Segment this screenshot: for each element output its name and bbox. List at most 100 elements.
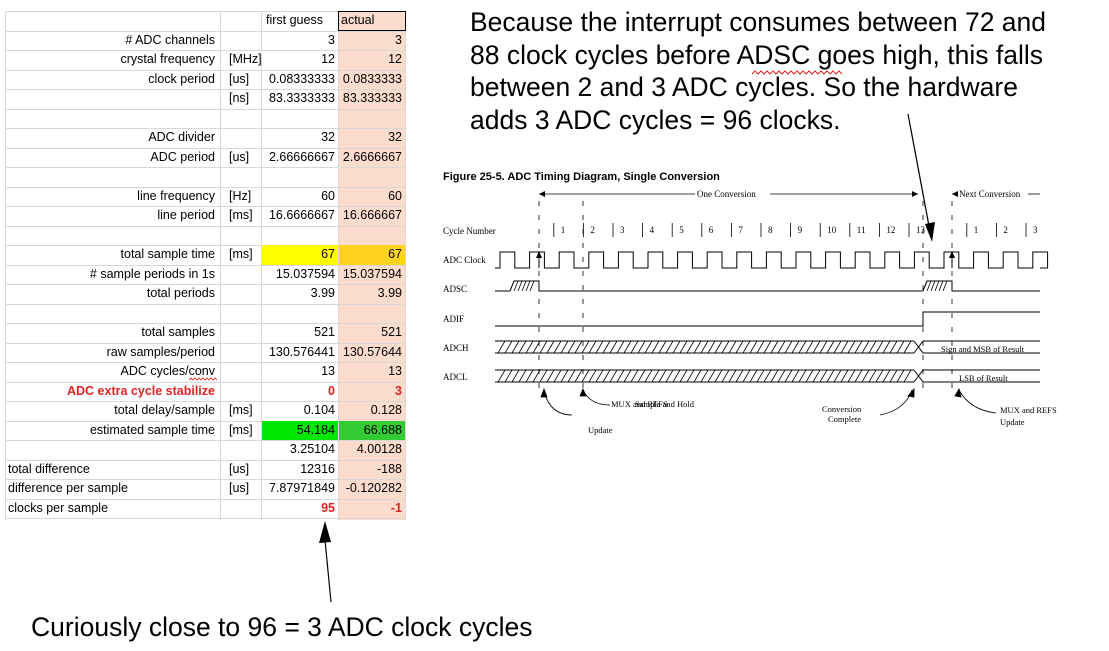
ann-conversion: Conversion: [822, 404, 862, 414]
row-label: # ADC channels: [125, 32, 215, 47]
row-actual: [339, 226, 402, 246]
row-unit: [229, 109, 261, 129]
row-label: line frequency: [137, 188, 215, 203]
grid-hline: [5, 518, 405, 519]
row-actual: -0.120282: [345, 481, 402, 495]
row-first-guess: [263, 304, 335, 324]
cycle-number: 11: [857, 225, 866, 235]
row-actual: -188: [376, 461, 402, 476]
row-label: total difference: [8, 461, 90, 476]
row-first-guess: 15.037594: [275, 266, 335, 281]
row-unit: [229, 284, 261, 304]
cycle-number: 4: [650, 225, 655, 235]
row-actual: [339, 304, 402, 324]
row-first-guess: [263, 109, 335, 129]
spreadsheet: first guess actual # ADC channels 3 3 cryst…: [5, 11, 406, 520]
row-actual: 83.333333: [342, 91, 402, 105]
row-first-guess: [263, 226, 335, 246]
row-label: total periods: [146, 286, 215, 300]
signal-cycle-number: Cycle Number: [443, 226, 496, 236]
row-label: total sample time: [120, 247, 215, 261]
row-first-guess: 54.184: [296, 422, 335, 437]
row-actual: 2.6666667: [342, 149, 402, 164]
row-label: [5, 226, 215, 246]
row-label: estimated sample time: [89, 422, 215, 437]
ann-complete: Complete: [828, 414, 861, 424]
row-first-guess: 2.66666667: [268, 149, 335, 164]
row-first-guess: 3: [328, 32, 335, 47]
row-actual: 16.666667: [342, 208, 402, 222]
row-actual: 0.128: [370, 403, 402, 417]
ann-update1: Update: [588, 425, 613, 435]
row-label: ADC cycles/conv: [120, 364, 215, 378]
row-label: clocks per sample: [8, 500, 109, 515]
row-actual: 13: [388, 364, 402, 378]
bottom-arrow-line: [324, 539, 332, 603]
grid-vline: [405, 11, 406, 520]
cycle-number: 3: [620, 225, 625, 235]
cycle-number: 8: [768, 225, 773, 235]
row-unit: [229, 265, 261, 285]
ann-update2: Update: [1000, 417, 1025, 427]
row-actual: 60: [388, 188, 402, 203]
adc-clock-wave: [495, 251, 1049, 269]
row-unit: [229, 167, 261, 187]
row-unit: [ms]: [229, 422, 253, 437]
cycle-number: 9: [798, 225, 803, 235]
timing-diagram: Figure 25-5. ADC Timing Diagram, Single …: [443, 171, 1057, 435]
signal-adsc: ADSC: [443, 284, 467, 294]
row-unit: [us]: [229, 461, 250, 476]
bottom-arrow-head: [319, 521, 331, 543]
spellcheck-squiggle: [752, 70, 843, 75]
signal-adch: ADCH: [443, 343, 469, 353]
row-unit: [229, 499, 261, 519]
next-conversion-label: Next Conversion: [959, 189, 1021, 199]
row-first-guess: 16.6666667: [268, 208, 335, 222]
row-actual: 67: [388, 247, 402, 261]
row-first-guess: 0.08333333: [268, 71, 335, 86]
note-top-line-2: 88 clock cycles before ADSC goes high, t…: [470, 39, 1043, 70]
row-unit: [229, 31, 261, 51]
row-first-guess: 67: [321, 247, 335, 261]
row-first-guess: [263, 167, 335, 187]
row-first-guess: 60: [321, 188, 335, 203]
header-actual: actual: [341, 13, 375, 27]
row-first-guess: 95: [321, 500, 335, 515]
cycle-number: 10: [827, 225, 837, 235]
note-bottom: Curiously close to 96 = 3 ADC clock cycl…: [31, 612, 533, 642]
row-label: clock period: [148, 71, 215, 86]
row-label: [5, 109, 215, 129]
cycle-number: 5: [679, 225, 684, 235]
row-actual: 130.57644: [342, 344, 402, 359]
signal-adif: ADIF: [443, 314, 464, 324]
row-actual: [339, 109, 402, 129]
row-actual: 3.99: [377, 286, 402, 300]
ann-sample-hold: Sample and Hold: [635, 399, 695, 409]
adcl-result-label: LSB of Result: [959, 373, 1008, 383]
row-unit: [229, 343, 261, 363]
row-label: line period: [157, 208, 215, 222]
cycle-number: 6: [709, 225, 714, 235]
cycle-number: 12: [886, 225, 895, 235]
grid-vline: [261, 11, 262, 520]
row-actual: 66.688: [363, 422, 402, 437]
row-unit: [ms]: [229, 208, 253, 222]
next-cycle-number: 3: [1033, 225, 1038, 235]
cycle-number: 2: [590, 225, 595, 235]
diagram-title: Figure 25-5. ADC Timing Diagram, Single …: [443, 171, 720, 183]
row-label: # sample periods in 1s: [89, 266, 215, 281]
row-label: [5, 167, 215, 187]
row-unit: [ns]: [229, 91, 250, 105]
row-unit: [Hz]: [229, 188, 252, 203]
row-actual: [339, 167, 402, 187]
ann-mux2: MUX and REFS: [1000, 405, 1057, 415]
row-actual: 3: [395, 383, 402, 398]
adch-result-label: Sign and MSB of Result: [941, 344, 1025, 354]
row-unit: [229, 304, 261, 324]
row-unit: [229, 226, 261, 246]
grid-vline: [220, 11, 221, 520]
cycle-number: 7: [738, 225, 743, 235]
row-label: crystal frequency: [120, 52, 215, 66]
row-unit: [229, 382, 261, 402]
row-first-guess: 3.99: [310, 286, 335, 300]
